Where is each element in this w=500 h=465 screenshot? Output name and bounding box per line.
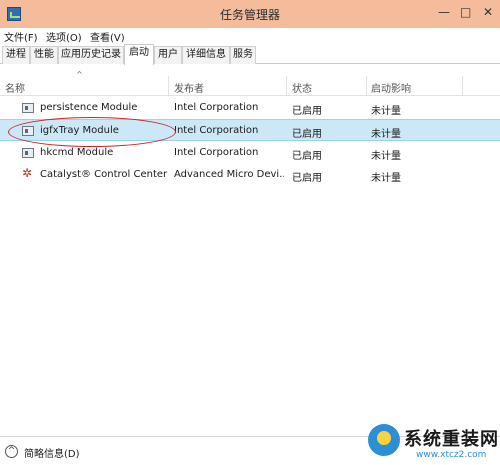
column-header: 名称 发布者 状态 启动影响 bbox=[0, 76, 500, 96]
collapse-icon[interactable]: ^ bbox=[5, 445, 18, 458]
column-publisher[interactable]: 发布者 bbox=[174, 80, 204, 95]
menu-options[interactable]: 选项(O) bbox=[46, 29, 82, 44]
tab-details[interactable]: 详细信息 bbox=[182, 46, 230, 64]
tab-users[interactable]: 用户 bbox=[154, 46, 182, 64]
maximize-button[interactable]: □ bbox=[460, 5, 471, 19]
row-publisher: Intel Corporation bbox=[174, 147, 259, 158]
tab-startup[interactable]: 启动 bbox=[124, 44, 154, 65]
row-name: persistence Module bbox=[40, 102, 138, 113]
column-divider[interactable] bbox=[366, 76, 367, 96]
watermark-url: www.xtcz2.com bbox=[416, 450, 487, 460]
column-divider[interactable] bbox=[286, 76, 287, 96]
minimize-button[interactable]: — bbox=[438, 5, 450, 19]
table-row[interactable]: Catalyst® Control Center ... Advanced Mi… bbox=[0, 164, 500, 186]
column-status[interactable]: 状态 bbox=[292, 80, 312, 95]
row-status: 已启用 bbox=[292, 106, 322, 117]
title-bar: 任务管理器 — □ ✕ bbox=[0, 0, 500, 28]
row-impact: 未计量 bbox=[371, 129, 401, 140]
row-name: hkcmd Module bbox=[40, 147, 114, 158]
watermark: 系统重装网 www.xtcz2.com bbox=[368, 422, 500, 465]
table-row[interactable]: persistence Module Intel Corporation 已启用… bbox=[0, 97, 500, 119]
menu-file[interactable]: 文件(F) bbox=[4, 29, 38, 44]
close-button[interactable]: ✕ bbox=[483, 5, 493, 19]
menu-view[interactable]: 查看(V) bbox=[90, 29, 125, 44]
row-impact: 未计量 bbox=[371, 173, 401, 184]
column-divider[interactable] bbox=[168, 76, 169, 96]
catalyst-icon bbox=[22, 166, 34, 180]
tab-processes[interactable]: 进程 bbox=[2, 46, 30, 64]
row-status: 已启用 bbox=[292, 173, 322, 184]
window-title: 任务管理器 bbox=[219, 8, 280, 22]
watermark-logo-icon bbox=[368, 424, 400, 456]
column-divider[interactable] bbox=[462, 76, 463, 96]
tab-performance[interactable]: 性能 bbox=[30, 46, 58, 64]
row-status: 已启用 bbox=[292, 151, 322, 162]
menu-bar: 文件(F) 选项(O) 查看(V) bbox=[0, 28, 500, 44]
module-icon bbox=[22, 148, 34, 158]
row-publisher: Intel Corporation bbox=[174, 125, 259, 136]
highlight-ellipse bbox=[8, 117, 176, 147]
row-impact: 未计量 bbox=[371, 151, 401, 162]
row-status: 已启用 bbox=[292, 129, 322, 140]
module-icon bbox=[22, 103, 34, 113]
row-impact: 未计量 bbox=[371, 106, 401, 117]
fewer-details-link[interactable]: 简略信息(D) bbox=[24, 445, 80, 460]
column-name[interactable]: 名称 bbox=[5, 80, 25, 95]
row-name: Catalyst® Control Center ... bbox=[40, 169, 170, 180]
tab-strip: 进程 性能 应用历史记录 启动 用户 详细信息 服务 bbox=[0, 44, 500, 65]
row-publisher: Advanced Micro Devi... bbox=[174, 169, 284, 180]
watermark-text: 系统重装网 bbox=[404, 429, 499, 450]
tab-app-history[interactable]: 应用历史记录 bbox=[58, 46, 124, 64]
column-impact[interactable]: 启动影响 bbox=[371, 80, 411, 95]
row-publisher: Intel Corporation bbox=[174, 102, 259, 113]
tab-services[interactable]: 服务 bbox=[230, 46, 256, 64]
